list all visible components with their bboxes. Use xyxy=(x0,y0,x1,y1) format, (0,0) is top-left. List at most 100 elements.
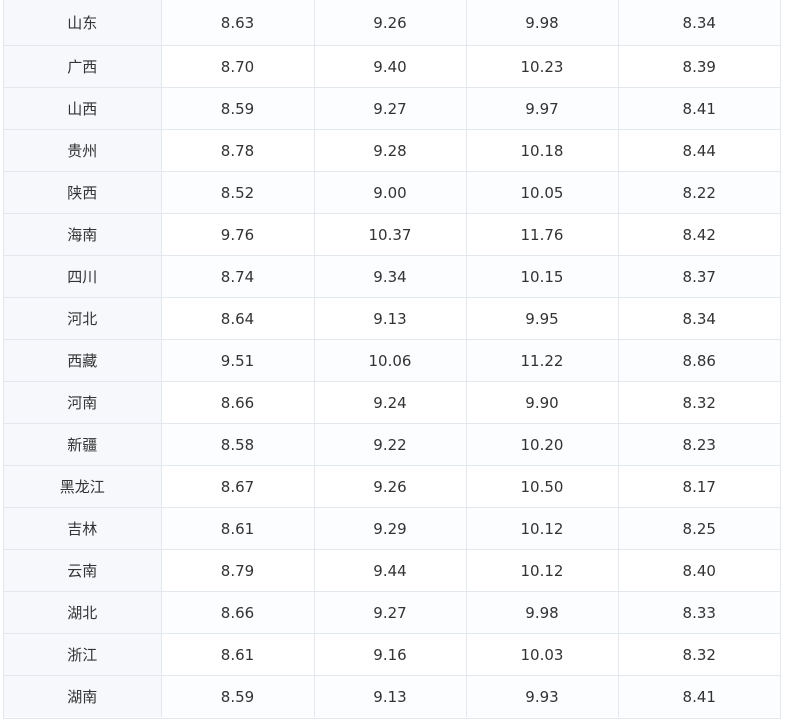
price-cell: 8.59 xyxy=(160,87,314,130)
price-cell: 9.40 xyxy=(313,45,466,88)
price-cell: 9.29 xyxy=(313,507,466,550)
price-cell: 9.22 xyxy=(313,423,466,466)
price-cell: 8.37 xyxy=(617,255,780,298)
price-cell: 8.25 xyxy=(617,507,780,550)
price-cell: 8.86 xyxy=(617,339,780,382)
price-table-body: 山东 8.63 9.26 9.98 8.34 广西 8.70 9.40 10.23 8.39 山西 8… xyxy=(4,0,780,717)
price-cell: 8.44 xyxy=(617,129,780,172)
table-row: 吉林 8.61 9.29 10.12 8.25 xyxy=(4,507,780,550)
table-row: 河北 8.64 9.13 9.95 8.34 xyxy=(4,297,780,340)
province-cell: 吉林 xyxy=(4,507,161,550)
price-cell: 8.41 xyxy=(617,87,780,130)
province-cell: 新疆 xyxy=(4,423,161,466)
price-cell: 8.67 xyxy=(160,465,314,508)
price-cell: 10.20 xyxy=(465,423,618,466)
price-cell: 8.64 xyxy=(160,297,314,340)
price-cell: 8.79 xyxy=(160,549,314,592)
price-cell: 8.42 xyxy=(617,213,780,256)
table-row: 四川 8.74 9.34 10.15 8.37 xyxy=(4,255,780,298)
price-cell: 9.34 xyxy=(313,255,466,298)
price-cell: 9.26 xyxy=(313,465,466,508)
price-cell: 9.76 xyxy=(160,213,314,256)
price-cell: 8.70 xyxy=(160,45,314,88)
price-cell: 10.23 xyxy=(465,45,618,88)
price-cell: 8.58 xyxy=(160,423,314,466)
table-row: 山东 8.63 9.26 9.98 8.34 xyxy=(4,0,780,46)
price-cell: 9.95 xyxy=(465,297,618,340)
price-cell: 8.63 xyxy=(160,0,314,46)
price-cell: 9.98 xyxy=(465,0,618,46)
table-row: 新疆 8.58 9.22 10.20 8.23 xyxy=(4,423,780,466)
province-cell: 贵州 xyxy=(4,129,161,172)
table-row: 山西 8.59 9.27 9.97 8.41 xyxy=(4,87,780,130)
price-cell: 8.17 xyxy=(617,465,780,508)
price-cell: 10.12 xyxy=(465,507,618,550)
price-table-container: 山东 8.63 9.26 9.98 8.34 广西 8.70 9.40 10.23 8.39 山西 8… xyxy=(3,0,781,719)
price-cell: 8.40 xyxy=(617,549,780,592)
table-row: 黑龙江 8.67 9.26 10.50 8.17 xyxy=(4,465,780,508)
province-cell: 湖南 xyxy=(4,675,161,717)
price-cell: 8.23 xyxy=(617,423,780,466)
price-cell: 10.12 xyxy=(465,549,618,592)
price-cell: 8.22 xyxy=(617,171,780,214)
price-cell: 8.66 xyxy=(160,381,314,424)
price-cell: 9.24 xyxy=(313,381,466,424)
province-cell: 湖北 xyxy=(4,591,161,634)
province-cell: 黑龙江 xyxy=(4,465,161,508)
price-cell: 10.18 xyxy=(465,129,618,172)
price-cell: 8.34 xyxy=(617,297,780,340)
price-cell: 9.97 xyxy=(465,87,618,130)
table-row: 陕西 8.52 9.00 10.05 8.22 xyxy=(4,171,780,214)
table-row: 广西 8.70 9.40 10.23 8.39 xyxy=(4,45,780,88)
price-cell: 8.59 xyxy=(160,675,314,717)
price-cell: 8.52 xyxy=(160,171,314,214)
price-cell: 8.74 xyxy=(160,255,314,298)
table-row: 西藏 9.51 10.06 11.22 8.86 xyxy=(4,339,780,382)
province-cell: 云南 xyxy=(4,549,161,592)
price-cell: 9.13 xyxy=(313,675,466,717)
price-cell: 10.50 xyxy=(465,465,618,508)
province-cell: 西藏 xyxy=(4,339,161,382)
price-cell: 10.03 xyxy=(465,633,618,676)
price-cell: 8.78 xyxy=(160,129,314,172)
price-cell: 9.28 xyxy=(313,129,466,172)
price-cell: 9.00 xyxy=(313,171,466,214)
table-row: 浙江 8.61 9.16 10.03 8.32 xyxy=(4,633,780,676)
price-cell: 8.39 xyxy=(617,45,780,88)
province-cell: 陕西 xyxy=(4,171,161,214)
price-cell: 8.61 xyxy=(160,507,314,550)
price-cell: 9.16 xyxy=(313,633,466,676)
price-cell: 10.37 xyxy=(313,213,466,256)
province-cell: 海南 xyxy=(4,213,161,256)
table-row: 海南 9.76 10.37 11.76 8.42 xyxy=(4,213,780,256)
table-row: 湖北 8.66 9.27 9.98 8.33 xyxy=(4,591,780,634)
price-cell: 10.05 xyxy=(465,171,618,214)
price-cell: 9.27 xyxy=(313,591,466,634)
province-cell: 河北 xyxy=(4,297,161,340)
price-cell: 9.13 xyxy=(313,297,466,340)
table-row: 河南 8.66 9.24 9.90 8.32 xyxy=(4,381,780,424)
province-cell: 浙江 xyxy=(4,633,161,676)
price-cell: 8.32 xyxy=(617,381,780,424)
price-cell: 10.15 xyxy=(465,255,618,298)
province-cell: 广西 xyxy=(4,45,161,88)
table-row: 云南 8.79 9.44 10.12 8.40 xyxy=(4,549,780,592)
price-cell: 8.34 xyxy=(617,0,780,46)
province-cell: 四川 xyxy=(4,255,161,298)
price-cell: 9.90 xyxy=(465,381,618,424)
price-cell: 11.22 xyxy=(465,339,618,382)
price-cell: 8.66 xyxy=(160,591,314,634)
province-cell: 河南 xyxy=(4,381,161,424)
price-cell: 9.51 xyxy=(160,339,314,382)
price-cell: 11.76 xyxy=(465,213,618,256)
price-cell: 9.98 xyxy=(465,591,618,634)
price-cell: 8.32 xyxy=(617,633,780,676)
price-cell: 9.27 xyxy=(313,87,466,130)
price-cell: 8.41 xyxy=(617,675,780,717)
province-cell: 山西 xyxy=(4,87,161,130)
price-cell: 10.06 xyxy=(313,339,466,382)
province-cell: 山东 xyxy=(4,0,161,46)
price-cell: 9.44 xyxy=(313,549,466,592)
table-row: 贵州 8.78 9.28 10.18 8.44 xyxy=(4,129,780,172)
price-cell: 9.26 xyxy=(313,0,466,46)
